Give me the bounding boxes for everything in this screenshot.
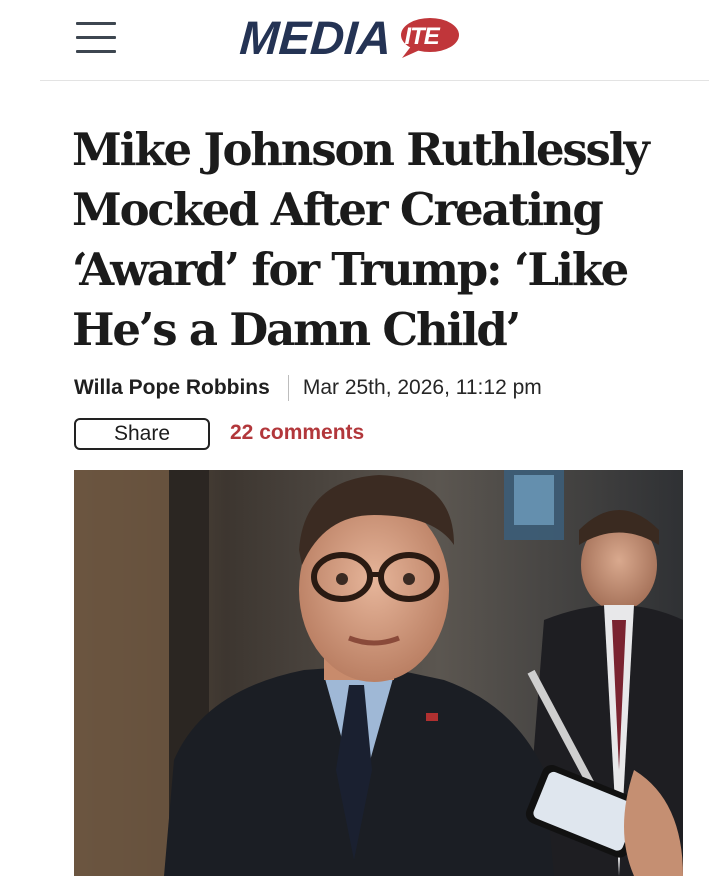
logo-bubble-text: ITE bbox=[404, 23, 439, 50]
hamburger-menu-icon[interactable] bbox=[76, 22, 116, 54]
menu-line bbox=[76, 22, 116, 25]
byline-divider bbox=[287, 375, 289, 401]
article-hero-image bbox=[74, 470, 683, 876]
menu-line bbox=[76, 50, 116, 53]
logo-wordmark: MEDIA bbox=[238, 10, 394, 64]
share-button[interactable]: Share bbox=[74, 418, 210, 450]
byline: Willa Pope Robbins Mar 25th, 2026, 11:12… bbox=[74, 374, 542, 402]
site-logo[interactable]: MEDIA ITE bbox=[238, 10, 462, 64]
header-divider bbox=[40, 80, 709, 81]
publish-date: Mar 25th, 2026, 11:12 pm bbox=[302, 376, 542, 399]
menu-line bbox=[76, 36, 116, 39]
article-headline: Mike Johnson Ruthlessly Mocked After Cre… bbox=[72, 123, 650, 356]
comments-link[interactable]: 22 comments bbox=[230, 421, 364, 445]
logo-speech-bubble: ITE bbox=[394, 14, 462, 60]
site-header: MEDIA ITE bbox=[0, 0, 709, 80]
author-name[interactable]: Willa Pope Robbins bbox=[74, 376, 270, 400]
